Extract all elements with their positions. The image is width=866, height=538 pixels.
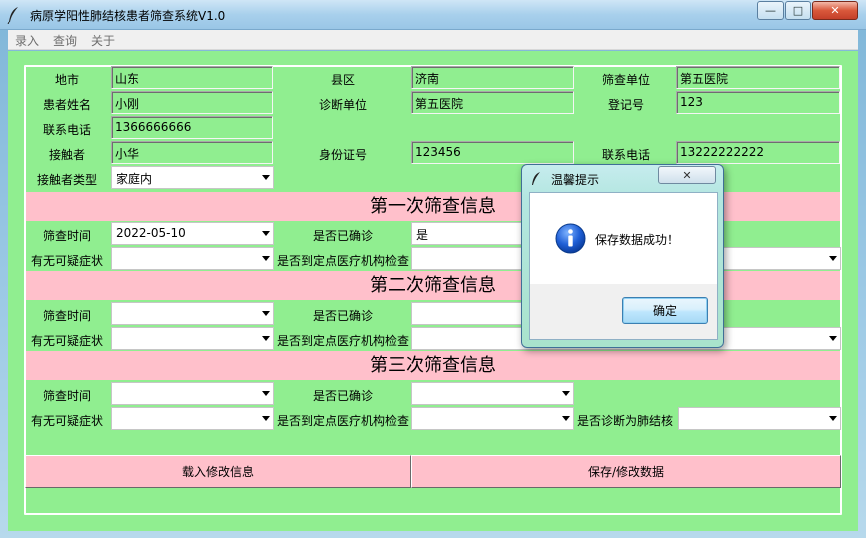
screen1-symptom-select[interactable]: [111, 247, 274, 270]
screen2-symptom-select[interactable]: [111, 327, 274, 350]
patient-name-label: 患者姓名: [43, 98, 92, 112]
chevron-down-icon: [262, 231, 270, 236]
info-icon: [555, 223, 586, 254]
diagnosis-unit-label: 诊断单位: [319, 98, 368, 112]
menu-entry[interactable]: 录入: [15, 32, 39, 49]
phone-label: 联系电话: [43, 123, 92, 137]
screen2-time-select[interactable]: [111, 302, 274, 325]
contact-phone-field[interactable]: 13222222222: [676, 141, 840, 164]
screen2-symptom-label: 有无可疑症状: [31, 334, 104, 348]
screen3-hospital-label: 是否到定点医疗机构检查: [277, 414, 410, 428]
id-number-field[interactable]: 123456: [411, 141, 574, 164]
dialog-message: 保存数据成功！: [595, 233, 680, 247]
contact-type-select[interactable]: 家庭内: [111, 166, 274, 189]
screen3-tb-select[interactable]: [678, 407, 841, 430]
save-edit-button[interactable]: 保存/修改数据: [411, 455, 841, 488]
chevron-down-icon: [562, 416, 570, 421]
id-number-label: 身份证号: [319, 148, 368, 162]
feather-icon: [532, 172, 540, 185]
patient-name-field[interactable]: 小刚: [111, 91, 273, 114]
load-edit-button[interactable]: 载入修改信息: [25, 455, 411, 488]
region-label: 地市: [55, 73, 80, 87]
screen3-time-label: 筛查时间: [43, 389, 92, 403]
screening-unit-field[interactable]: 第五医院: [676, 66, 840, 89]
contact-type-value: 家庭内: [116, 172, 153, 186]
chevron-down-icon: [262, 336, 270, 341]
chevron-down-icon: [829, 416, 837, 421]
screen2-hospital-label: 是否到定点医疗机构检查: [277, 334, 410, 348]
county-field[interactable]: 济南: [411, 66, 574, 89]
screen2-time-label: 筛查时间: [43, 309, 92, 323]
registration-no-label: 登记号: [608, 98, 645, 112]
screen1-time-label: 筛查时间: [43, 229, 92, 243]
screen1-hospital-label: 是否到定点医疗机构检查: [277, 254, 410, 268]
chevron-down-icon: [262, 416, 270, 421]
chevron-down-icon: [829, 256, 837, 261]
county-label: 县区: [331, 73, 356, 87]
close-icon: ✕: [830, 4, 840, 17]
chevron-down-icon: [262, 175, 270, 180]
window-title: 病原学阳性肺结核患者筛查系统V1.0: [30, 9, 226, 23]
screen1-confirmed-value: 是: [416, 228, 429, 242]
minimize-button[interactable]: —: [757, 1, 784, 20]
screen1-confirmed-label: 是否已确诊: [313, 229, 374, 243]
screen1-time-value: 2022-05-10: [116, 226, 186, 240]
screen3-hospital-select[interactable]: [411, 407, 574, 430]
ok-button[interactable]: 确定: [622, 297, 708, 324]
diagnosis-unit-field[interactable]: 第五医院: [411, 91, 574, 114]
feather-icon: [7, 7, 18, 24]
chevron-down-icon: [829, 336, 837, 341]
screen2-confirmed-label: 是否已确诊: [313, 309, 374, 323]
screen3-time-select[interactable]: [111, 382, 274, 405]
minimize-icon: —: [765, 4, 776, 17]
menu-about[interactable]: 关于: [91, 32, 115, 49]
main-panel: 地市 山东 县区 济南 筛查单位 第五医院 患者姓名 小刚 诊断单位 第五医院 …: [8, 51, 858, 531]
screen3-symptom-select[interactable]: [111, 407, 274, 430]
dialog-close-button[interactable]: ✕: [658, 166, 716, 184]
screen3-confirmed-select[interactable]: [411, 382, 574, 405]
dialog-footer: 确定: [529, 284, 718, 340]
contact-phone-label: 联系电话: [602, 148, 651, 162]
chevron-down-icon: [262, 391, 270, 396]
contact-type-label: 接触者类型: [37, 173, 98, 187]
chevron-down-icon: [262, 311, 270, 316]
close-button[interactable]: ✕: [812, 1, 858, 20]
screen3-symptom-label: 有无可疑症状: [31, 414, 104, 428]
screen3-tb-label: 是否诊断为肺结核: [577, 414, 674, 428]
screen1-symptom-label: 有无可疑症状: [31, 254, 104, 268]
chevron-down-icon: [262, 256, 270, 261]
menu-bar: 录入 查询 关于: [8, 30, 858, 50]
chevron-down-icon: [562, 391, 570, 396]
close-icon: ✕: [682, 168, 692, 182]
menu-query[interactable]: 查询: [53, 32, 77, 49]
region-field[interactable]: 山东: [111, 66, 273, 89]
dialog-title: 温馨提示: [551, 173, 600, 187]
screening-3-heading: 第三次筛查信息: [26, 351, 840, 380]
dialog-body: 保存数据成功！: [529, 192, 718, 284]
contact-field[interactable]: 小华: [111, 141, 273, 164]
contact-label: 接触者: [49, 148, 86, 162]
maximize-button[interactable]: □: [785, 1, 811, 20]
phone-field[interactable]: 1366666666: [111, 116, 273, 139]
maximize-icon: □: [792, 4, 804, 17]
screen1-time-select[interactable]: 2022-05-10: [111, 222, 274, 245]
title-bar[interactable]: 病原学阳性肺结核患者筛查系统V1.0 — □ ✕: [0, 0, 866, 30]
screen3-confirmed-label: 是否已确诊: [313, 389, 374, 403]
message-dialog: 温馨提示 ✕ 保存数据成功！ 确定: [521, 164, 724, 348]
screening-unit-label: 筛查单位: [602, 73, 651, 87]
registration-no-field[interactable]: 123: [676, 91, 840, 114]
